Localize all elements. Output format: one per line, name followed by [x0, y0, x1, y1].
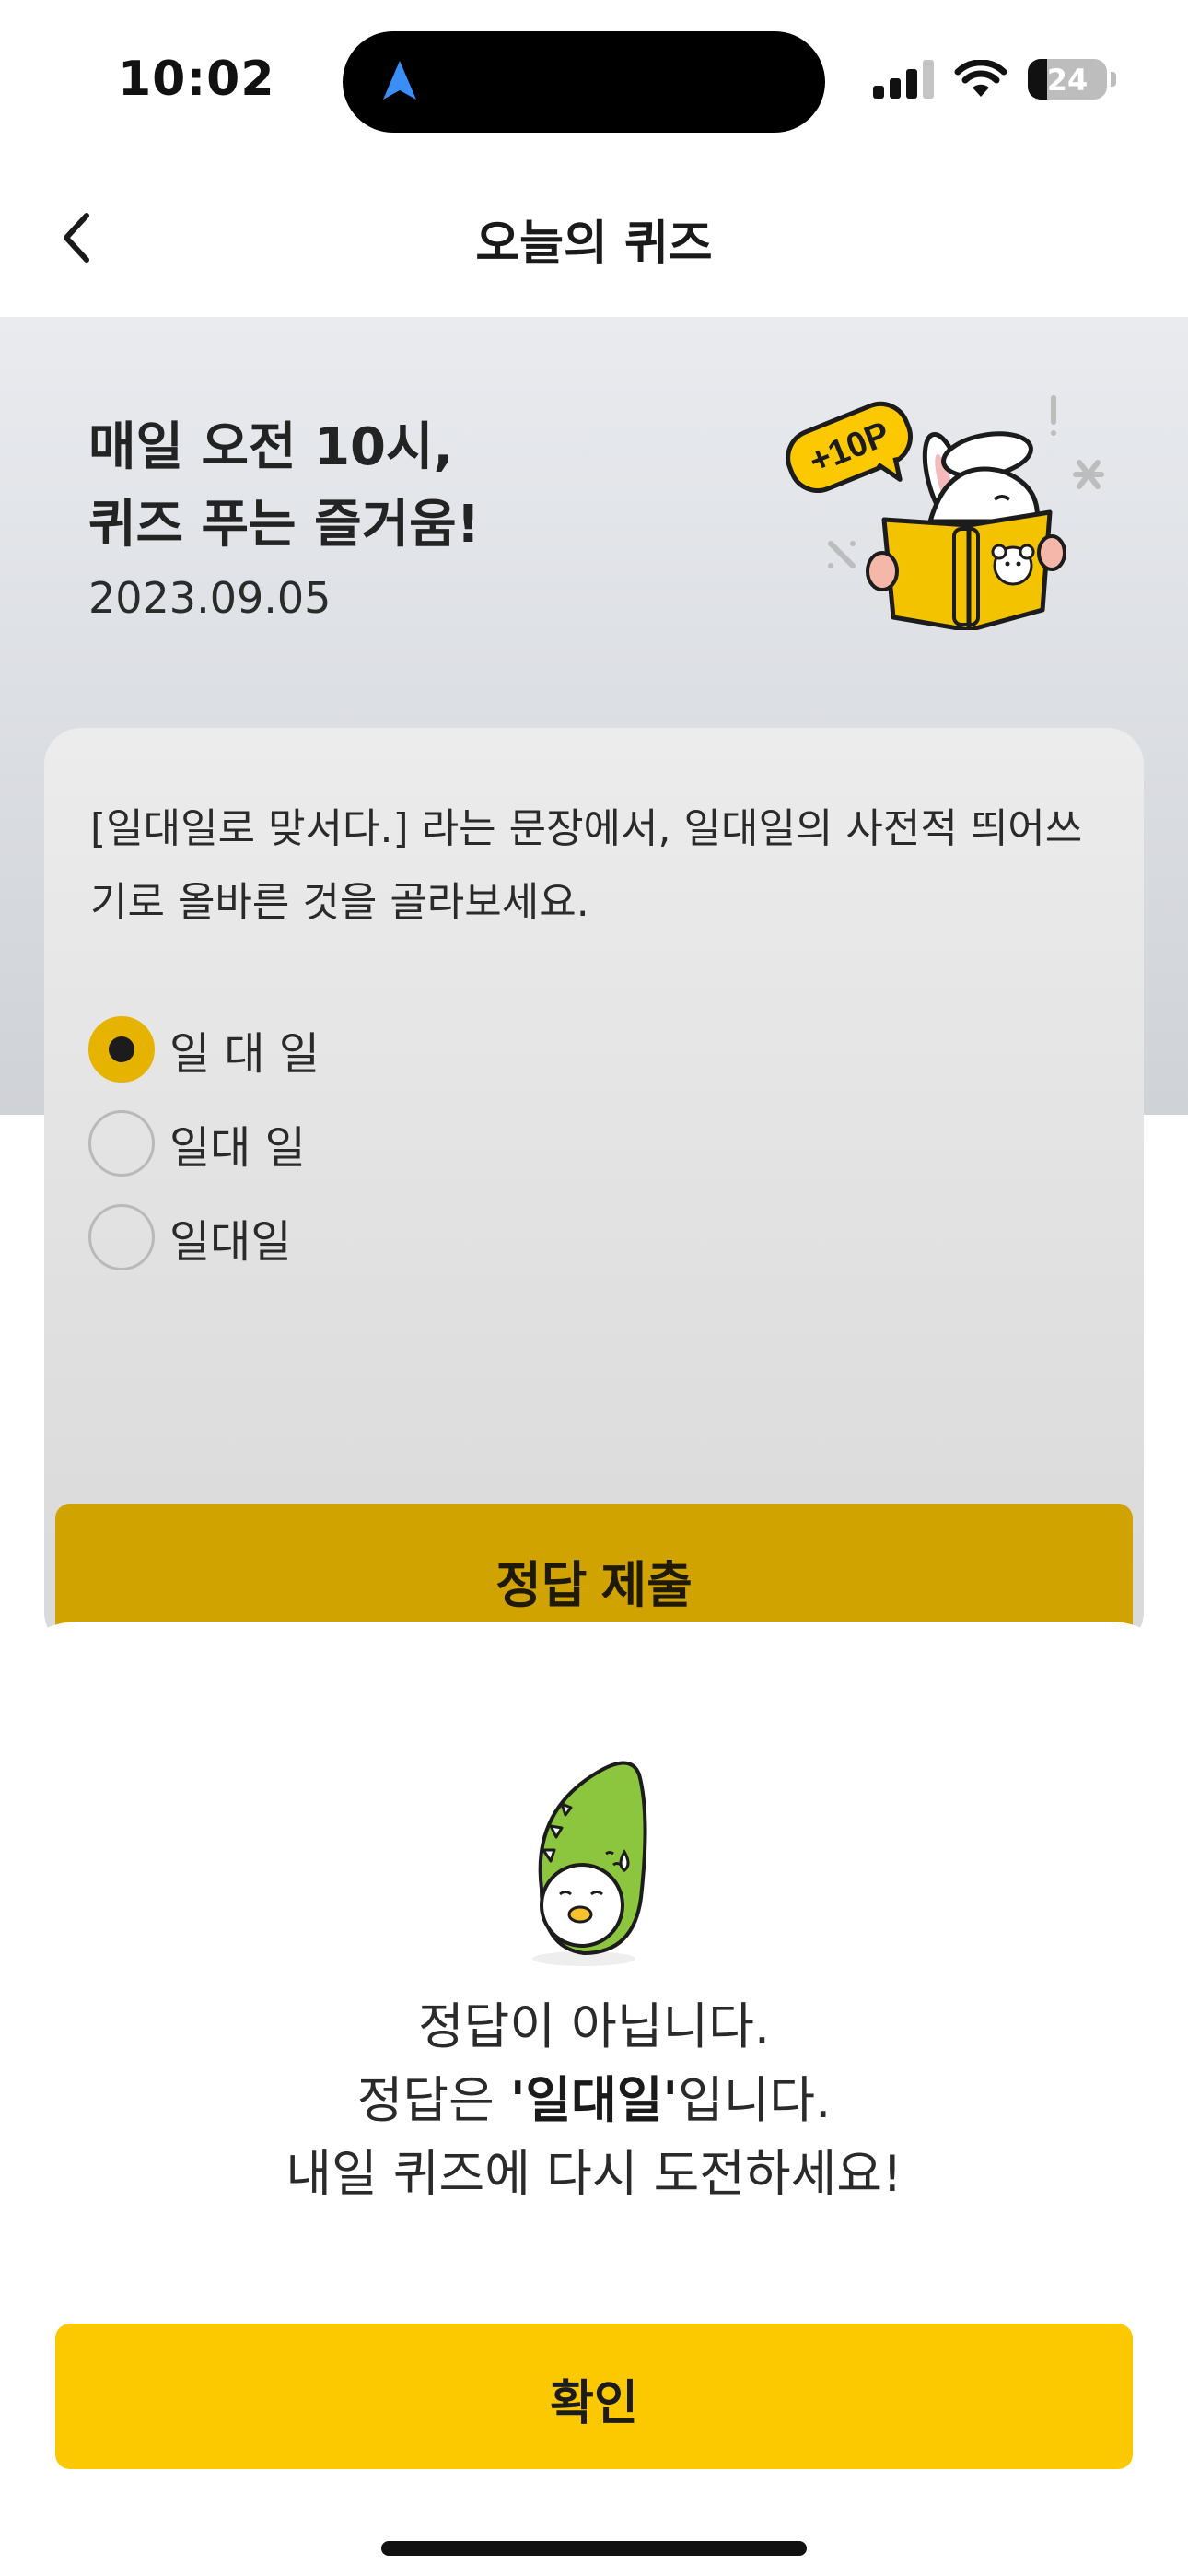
dynamic-island — [343, 31, 825, 133]
answer-option-2[interactable]: 일대 일 — [88, 1096, 320, 1190]
result-line-answer: 정답은 '일대일'입니다. — [0, 2064, 1188, 2137]
status-bar: 10:02 24 — [0, 0, 1188, 157]
answer-option-label: 일대일 — [169, 1216, 292, 1268]
battery-tip — [1111, 72, 1116, 87]
radio-button[interactable] — [88, 1204, 155, 1270]
answer-option-label: 일대 일 — [169, 1122, 306, 1174]
wifi-icon — [954, 60, 1007, 97]
answer-option-1[interactable]: 일 대 일 — [88, 1002, 320, 1096]
battery-icon: 24 — [1028, 59, 1107, 100]
answer-option-3[interactable]: 일대일 — [88, 1190, 320, 1284]
hero-title-line2: 퀴즈 푸는 즐거움! — [88, 495, 481, 555]
page-title: 오늘의 퀴즈 — [475, 217, 713, 272]
correct-answer: '일대일' — [509, 2071, 679, 2129]
quiz-date: 2023.09.05 — [88, 573, 332, 623]
submit-answer-label: 정답 제출 — [495, 1558, 693, 1613]
confirm-button[interactable]: 확인 — [55, 2324, 1133, 2469]
result-message: 정답이 아닙니다. 정답은 '일대일'입니다. 내일 퀴즈에 다시 도전하세요! — [0, 1990, 1188, 2211]
points-badge: +10P — [786, 401, 913, 493]
rabbit-reading-book-illustration: +10P — [786, 395, 1104, 630]
hero-title: 매일 오전 10시, 퀴즈 푸는 즐거움! — [88, 409, 480, 564]
cellular-signal-icon — [873, 60, 934, 99]
answer-suffix: 입니다. — [678, 2071, 832, 2129]
battery-level: 24 — [1046, 63, 1089, 98]
radio-button-selected[interactable] — [88, 1016, 155, 1083]
radio-button[interactable] — [88, 1110, 155, 1177]
status-time: 10:02 — [118, 52, 275, 107]
answer-options: 일 대 일 일대 일 일대일 — [88, 1002, 320, 1284]
answer-option-label: 일 대 일 — [169, 1028, 320, 1080]
confirm-button-label: 확인 — [550, 2377, 638, 2430]
status-icons: 24 — [873, 57, 1116, 101]
home-indicator[interactable] — [381, 2541, 807, 2556]
result-bottom-sheet: 정답이 아닙니다. 정답은 '일대일'입니다. 내일 퀴즈에 다시 도전하세요!… — [0, 1622, 1188, 2576]
result-line-incorrect: 정답이 아닙니다. — [417, 1997, 771, 2055]
result-line-retry: 내일 퀴즈에 다시 도전하세요! — [285, 2145, 903, 2203]
crying-dinosaur-mascot-icon — [532, 1761, 647, 1966]
navigation-arrow-icon — [383, 61, 416, 100]
answer-prefix: 정답은 — [356, 2071, 510, 2129]
hero-title-line1: 매일 오전 10시, — [88, 417, 453, 477]
nav-bar: 오늘의 퀴즈 — [0, 157, 1188, 317]
quiz-question: [일대일로 맞서다.] 라는 문장에서, 일대일의 사전적 띄어쓰기로 올바른 … — [90, 805, 1083, 926]
